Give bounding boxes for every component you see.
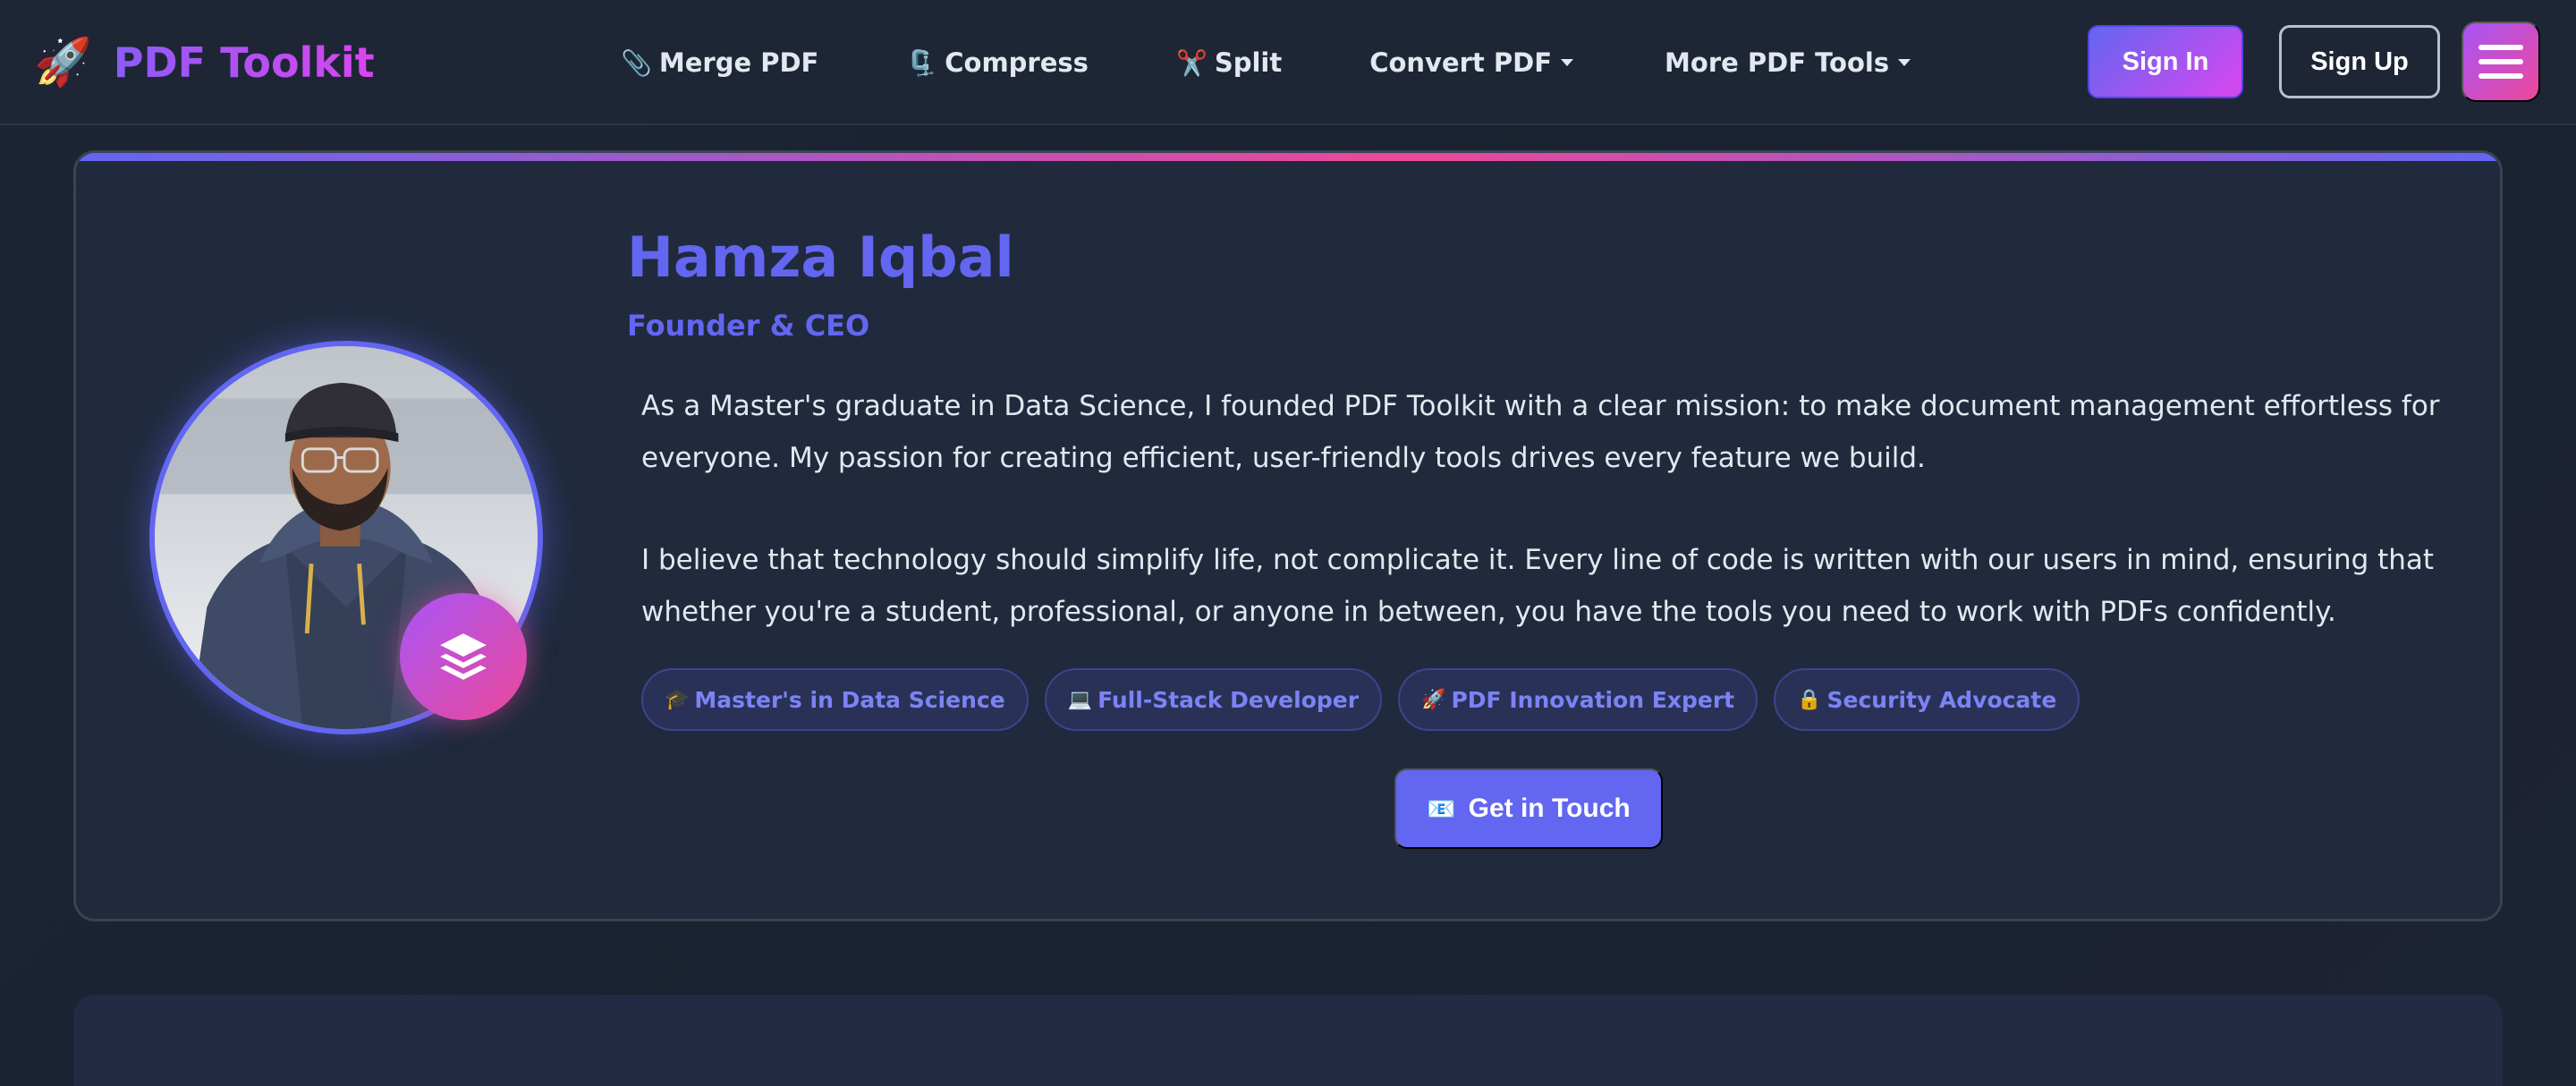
- email-icon: 📧: [1427, 794, 1456, 822]
- brand-name: PDF Toolkit: [114, 36, 375, 89]
- next-section: [73, 995, 2503, 1086]
- nav-link-merge-pdf[interactable]: 📎 Merge PDF: [621, 47, 818, 78]
- founder-profile-card: Hamza Iqbal Founder & CEO As a Master's …: [73, 150, 2503, 921]
- chevron-down-icon: [1561, 59, 1574, 66]
- layers-badge: [400, 593, 527, 720]
- laptop-icon: 💻: [1067, 688, 1093, 711]
- brand-logo[interactable]: 🚀 PDF Toolkit: [34, 36, 375, 89]
- graduation-cap-icon: 🎓: [665, 688, 690, 711]
- nav-link-split[interactable]: ✂️ Split: [1176, 47, 1282, 78]
- sign-up-button[interactable]: Sign Up: [2279, 25, 2440, 98]
- chevron-down-icon: [1898, 59, 1911, 66]
- card-accent-bar: [76, 153, 2500, 161]
- lock-icon: 🔒: [1797, 688, 1822, 711]
- nav-link-compress[interactable]: 🗜️ Compress: [906, 47, 1089, 78]
- tag-security: 🔒 Security Advocate: [1774, 668, 2080, 731]
- hamburger-menu-button[interactable]: [2462, 21, 2540, 102]
- tag-full-stack: 💻 Full-Stack Developer: [1044, 668, 1383, 731]
- scissors-icon: ✂️: [1175, 47, 1208, 78]
- get-in-touch-button[interactable]: 📧 Get in Touch: [1394, 768, 1663, 849]
- hamburger-icon: [2479, 45, 2523, 50]
- tag-data-science: 🎓 Master's in Data Science: [641, 668, 1029, 731]
- profile-name: Hamza Iqbal: [627, 225, 1014, 290]
- top-navbar: 🚀 PDF Toolkit 📎 Merge PDF 🗜️ Compress ✂️…: [0, 0, 2576, 125]
- clamp-icon: 🗜️: [906, 47, 938, 78]
- bio-paragraph-2: I believe that technology should simplif…: [641, 544, 2435, 628]
- bio-paragraph-1: As a Master's graduate in Data Science, …: [641, 390, 2440, 474]
- profile-role: Founder & CEO: [627, 309, 870, 343]
- rocket-icon: 🚀: [1421, 688, 1446, 711]
- nav-link-more-pdf-tools[interactable]: More PDF Tools: [1665, 47, 1911, 78]
- layers-icon: [440, 633, 487, 680]
- rocket-icon: 🚀: [34, 36, 92, 89]
- nav-link-convert-pdf[interactable]: Convert PDF: [1369, 47, 1574, 78]
- nav-links: 📎 Merge PDF 🗜️ Compress ✂️ Split Convert…: [621, 36, 1911, 89]
- paperclip-icon: 📎: [621, 47, 652, 78]
- sign-in-button[interactable]: Sign In: [2088, 25, 2243, 98]
- expertise-tags: 🎓 Master's in Data Science 💻 Full-Stack …: [641, 668, 2096, 731]
- tag-pdf-innovation: 🚀 PDF Innovation Expert: [1398, 668, 1758, 731]
